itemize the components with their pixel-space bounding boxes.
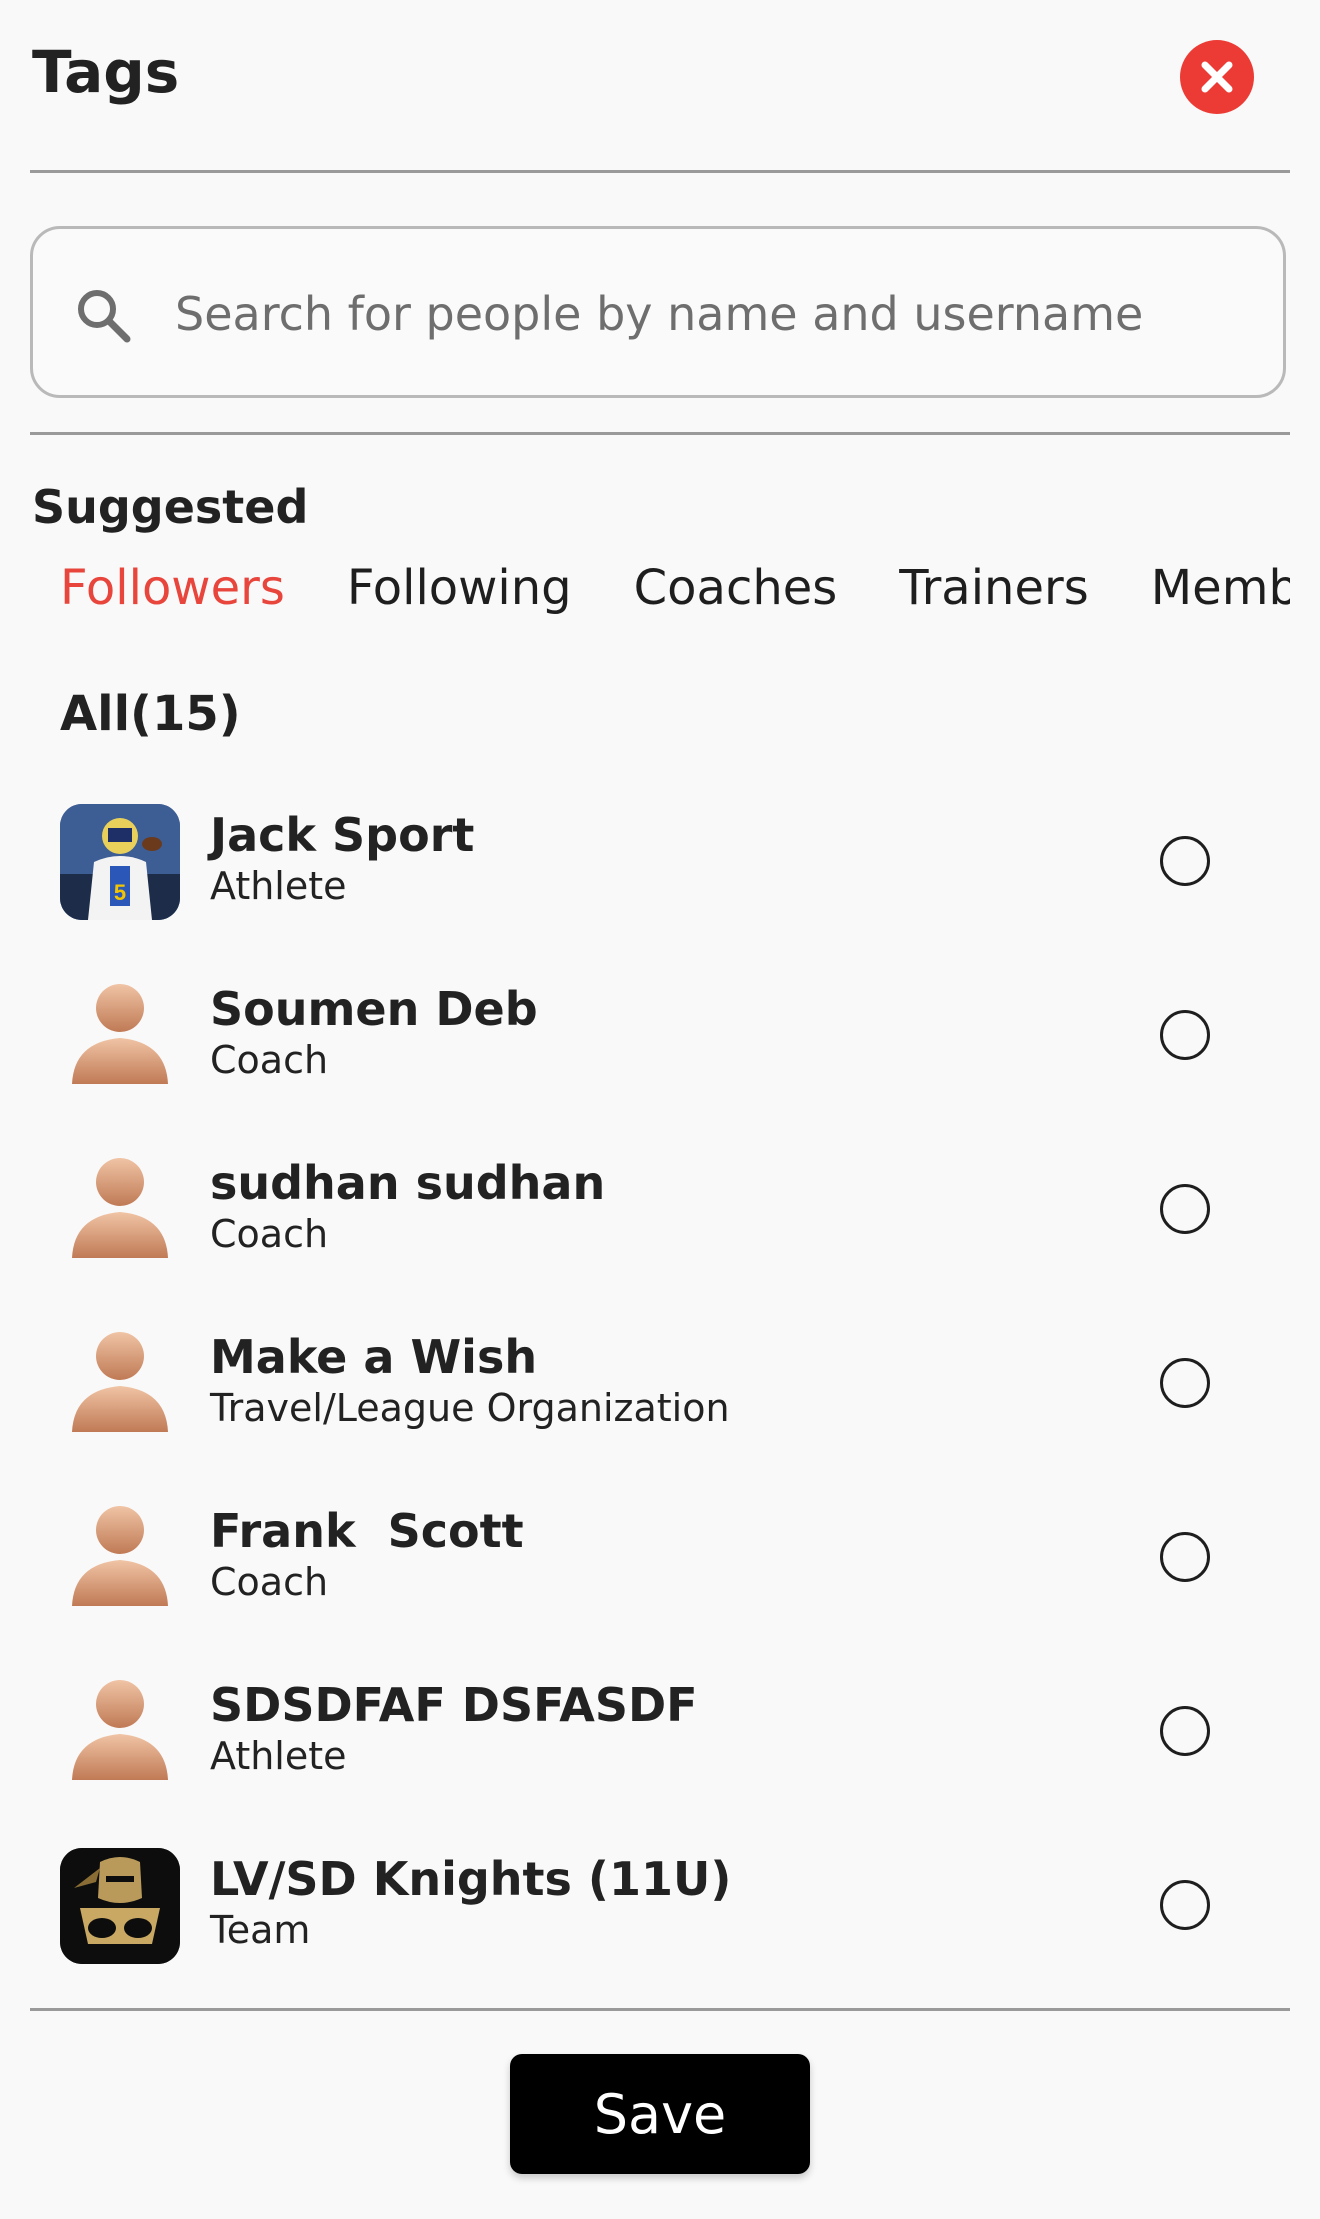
select-radio[interactable] [1160,836,1210,886]
search-icon [78,290,131,343]
person-name: Frank Scott [210,1504,524,1558]
default-person-icon [72,1680,168,1780]
save-button[interactable]: Save [510,2054,810,2174]
list-item[interactable]: 5 Jack Sport Athlete [30,804,1290,978]
close-button[interactable] [1180,40,1254,114]
suggested-heading: Suggested [32,480,309,534]
tab-trainers[interactable]: Trainers [899,560,1088,616]
select-radio[interactable] [1160,1184,1210,1234]
avatar [60,1152,180,1268]
tab-following[interactable]: Following [347,560,572,616]
page-title: Tags [32,38,180,106]
select-radio[interactable] [1160,1010,1210,1060]
person-role: Athlete [210,864,347,908]
person-role: Coach [210,1212,329,1256]
person-name: LV/SD Knights (11U) [210,1852,732,1906]
select-radio[interactable] [1160,1880,1210,1930]
all-count: All(15) [60,686,241,742]
avatar [60,978,180,1094]
person-name: SDSDFAF DSFASDF [210,1678,698,1732]
footer-divider [30,2008,1290,2011]
avatar [60,1674,180,1790]
tab-coaches[interactable]: Coaches [634,560,838,616]
person-role: Coach [210,1560,329,1604]
svg-text:5: 5 [114,880,126,905]
default-person-icon [72,1158,168,1258]
default-person-icon [72,1332,168,1432]
avatar [60,1326,180,1442]
person-role: Athlete [210,1734,347,1778]
select-radio[interactable] [1160,1706,1210,1756]
select-radio[interactable] [1160,1532,1210,1582]
list-item[interactable]: Frank Scott Coach [30,1500,1290,1674]
avatar [60,1500,180,1616]
avatar: 5 [60,804,180,920]
person-role: Team [210,1908,311,1952]
header-divider [30,170,1290,173]
person-role: Coach [210,1038,329,1082]
search-input[interactable] [173,267,1257,361]
search-box[interactable] [30,226,1286,398]
list-item[interactable]: SDSDFAF DSFASDF Athlete [30,1674,1290,1848]
person-name: Jack Sport [210,808,475,862]
avatar [60,1848,180,1964]
tab-followers[interactable]: Followers [60,560,285,616]
team-logo-icon [60,1848,180,1964]
list-item[interactable]: LV/SD Knights (11U) Team [30,1848,1290,2022]
list-item[interactable]: sudhan sudhan Coach [30,1152,1290,1326]
category-tabs: Followers Following Coaches Trainers Members [30,560,1290,630]
default-person-icon [72,984,168,1084]
person-role: Travel/League Organization [210,1386,730,1430]
list-item[interactable]: Soumen Deb Coach [30,978,1290,1152]
athlete-photo-icon: 5 [60,804,180,920]
select-radio[interactable] [1160,1358,1210,1408]
close-icon [1201,61,1233,93]
list-item[interactable]: Make a Wish Travel/League Organization [30,1326,1290,1500]
tab-members[interactable]: Members [1151,560,1290,616]
default-person-icon [72,1506,168,1606]
person-name: sudhan sudhan [210,1156,606,1210]
person-name: Make a Wish [210,1330,538,1384]
person-name: Soumen Deb [210,982,538,1036]
search-divider [30,432,1290,435]
